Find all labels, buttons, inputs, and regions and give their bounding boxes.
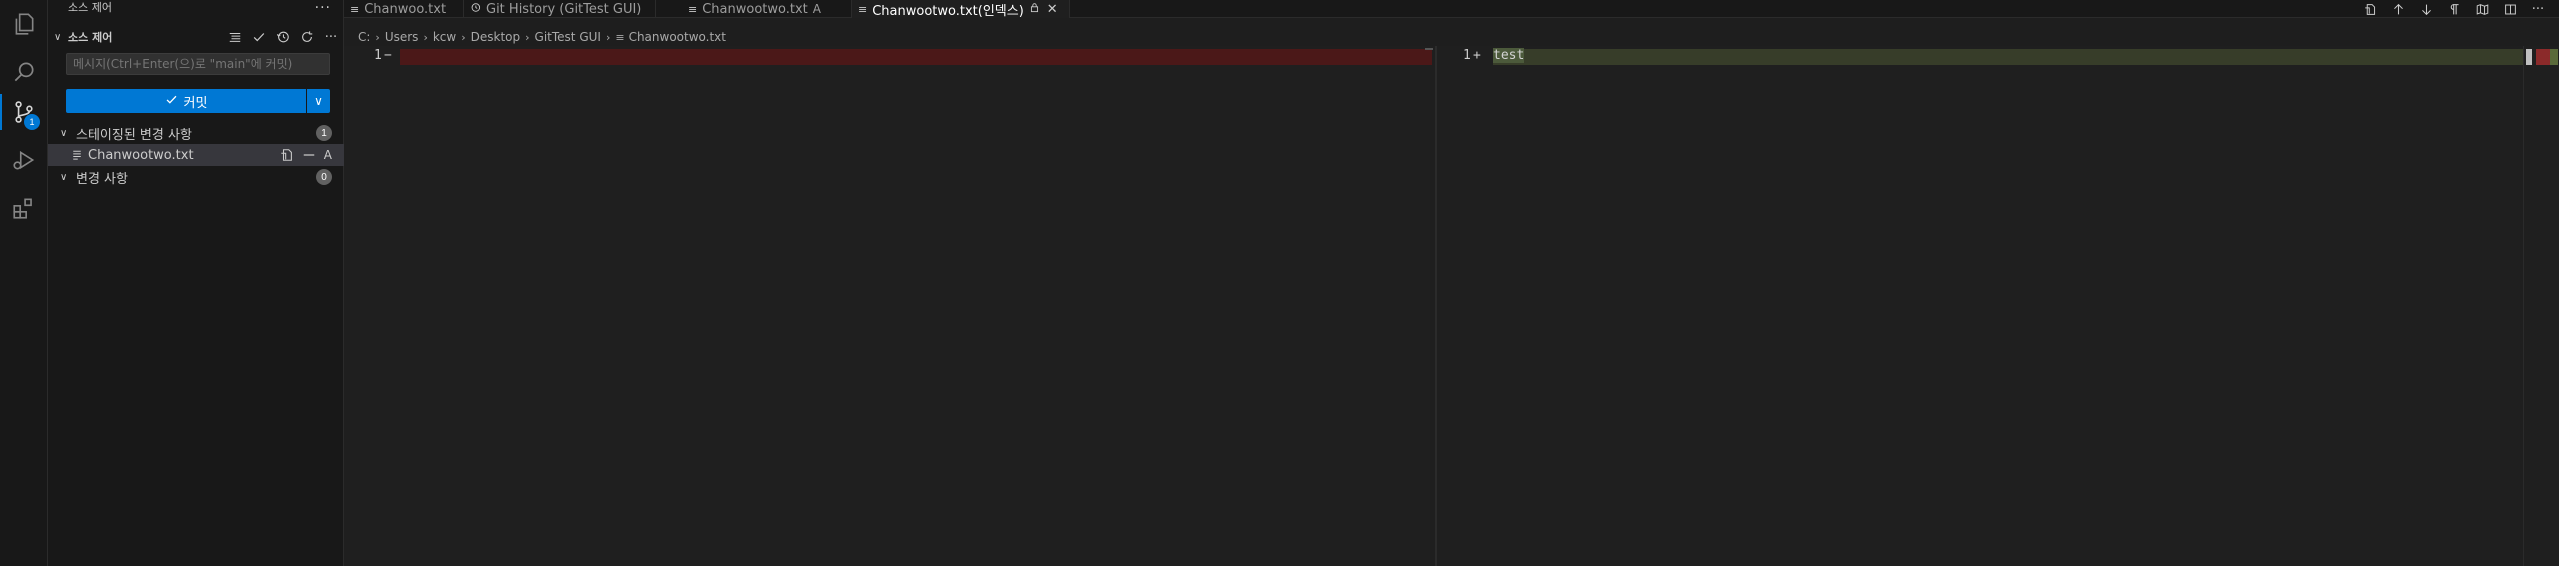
scm-badge: 1 [24, 114, 40, 130]
source-control-sidebar: 소스 제어 ··· ∨ 소스 제어 ··· 커밋 ∨ [48, 0, 344, 566]
history-icon [470, 2, 481, 16]
chevron-right-icon: › [525, 30, 530, 44]
tab-label: Chanwoo.txt [364, 1, 447, 17]
changes-count-badge: 0 [316, 169, 332, 185]
view-as-list-icon[interactable] [228, 30, 242, 44]
run-debug-icon[interactable] [0, 136, 48, 184]
scrollbar-thumb[interactable] [2526, 49, 2532, 65]
addition-overview-mark [2550, 49, 2558, 65]
chevron-down-icon: ∨ [60, 127, 68, 139]
line-number: 1 [374, 48, 382, 63]
tab-git-history[interactable]: Git History (GitTest GUI) [464, 0, 656, 18]
commit-check-icon[interactable] [252, 30, 266, 44]
line-number: 1 [1463, 48, 1471, 63]
tab-chanwoo[interactable]: ≡ Chanwoo.txt [344, 0, 464, 18]
source-control-icon[interactable]: 1 [0, 88, 48, 136]
code-text: test [1493, 48, 1525, 63]
chevron-right-icon: › [423, 30, 428, 44]
lock-icon [1029, 2, 1040, 16]
breadcrumb-item[interactable]: Users [385, 30, 419, 44]
tab-status-decoration: A [812, 2, 821, 16]
more-icon[interactable]: ··· [2531, 2, 2545, 17]
breadcrumb-item[interactable]: C: [358, 30, 370, 44]
staged-count-badge: 1 [316, 125, 332, 141]
open-file-icon[interactable] [280, 148, 294, 162]
editor-tab-bar: ≡ Chanwoo.txt Git History (GitTest GUI) … [344, 0, 2559, 19]
chevron-down-icon: ∨ [60, 171, 68, 183]
staged-changes-label: 스테이징된 변경 사항 [76, 127, 192, 143]
tab-label: Git History (GitTest GUI) [486, 1, 642, 17]
chevron-down-icon: ∨ [54, 31, 62, 43]
refresh-icon[interactable] [300, 30, 314, 44]
staged-changes-group[interactable]: ∨ 스테이징된 변경 사항 1 [48, 122, 344, 144]
overview-ruler[interactable] [2523, 46, 2559, 566]
editor-actions: ··· [2363, 0, 2545, 18]
extensions-icon[interactable] [0, 184, 48, 232]
chevron-right-icon: › [461, 30, 466, 44]
tab-label: Chanwootwo.txt [702, 1, 808, 17]
commit-button-label: 커밋 [183, 95, 208, 111]
deleted-line-highlight [400, 49, 1432, 65]
staged-file-name: Chanwootwo.txt [88, 147, 194, 163]
breadcrumb: C: › Users › kcw › Desktop › GitTest GUI… [358, 28, 726, 46]
text-file-icon: ≡ [688, 2, 698, 16]
changes-group[interactable]: ∨ 변경 사항 0 [48, 166, 344, 188]
file-status-badge: A [323, 148, 332, 162]
text-file-icon: ≡ [615, 30, 625, 44]
text-file-icon: ≡ [350, 2, 360, 16]
unstage-icon[interactable] [302, 148, 316, 162]
breadcrumb-item[interactable]: GitTest GUI [535, 30, 601, 44]
more-icon[interactable]: ··· [324, 30, 338, 45]
chevron-down-icon: ∨ [314, 94, 323, 108]
tab-chanwootwo[interactable]: ≡ Chanwootwo.txt A [682, 0, 852, 18]
scm-toolbar: ··· [228, 26, 338, 48]
open-file-icon[interactable] [2363, 2, 2377, 16]
code-line[interactable]: test [1493, 46, 1525, 65]
arrow-up-icon[interactable] [2391, 2, 2405, 16]
explorer-icon[interactable] [0, 0, 48, 48]
check-icon [165, 93, 178, 110]
chevron-right-icon: › [605, 30, 611, 44]
activity-bar: 1 [0, 0, 48, 566]
deletion-marker: − [384, 48, 392, 63]
map-icon[interactable] [2475, 2, 2489, 16]
breadcrumb-item[interactable]: kcw [433, 30, 456, 44]
file-actions: A [280, 144, 332, 166]
breadcrumb-item[interactable]: Chanwootwo.txt [629, 30, 726, 44]
text-file-icon [70, 148, 84, 162]
added-line-highlight [1493, 49, 2523, 65]
scm-section-label: 소스 제어 [68, 31, 113, 44]
sidebar-title: 소스 제어 [68, 1, 112, 14]
text-file-icon: ≡ [858, 2, 868, 16]
more-actions-icon[interactable]: ··· [315, 0, 331, 16]
scm-section-header[interactable]: ∨ 소스 제어 ··· [48, 26, 344, 48]
tab-label: Chanwootwo.txt(인덱스) [872, 3, 1024, 19]
breadcrumb-item[interactable]: Desktop [471, 30, 521, 44]
history-icon[interactable] [276, 30, 290, 44]
arrow-down-icon[interactable] [2419, 2, 2433, 16]
overview-ruler-mark [1425, 48, 1433, 50]
staged-file-item[interactable]: Chanwootwo.txt A [48, 144, 344, 166]
tab-chanwootwo-index[interactable]: ≡ Chanwootwo.txt(인덱스) ✕ [852, 0, 1070, 19]
deletion-overview-mark [2536, 49, 2550, 65]
commit-message-input[interactable] [66, 53, 330, 75]
changes-label: 변경 사항 [76, 171, 128, 187]
commit-button[interactable]: 커밋 [66, 89, 306, 113]
diff-modified-pane[interactable]: 1 + test [1437, 46, 2559, 566]
commit-dropdown-button[interactable]: ∨ [307, 89, 330, 113]
close-icon[interactable]: ✕ [1047, 2, 1058, 17]
addition-marker: + [1473, 48, 1481, 63]
split-editor-icon[interactable] [2503, 2, 2517, 16]
diff-original-pane[interactable]: 1 − [344, 46, 1435, 566]
chevron-right-icon: › [375, 30, 380, 44]
whitespace-icon[interactable] [2447, 2, 2461, 16]
